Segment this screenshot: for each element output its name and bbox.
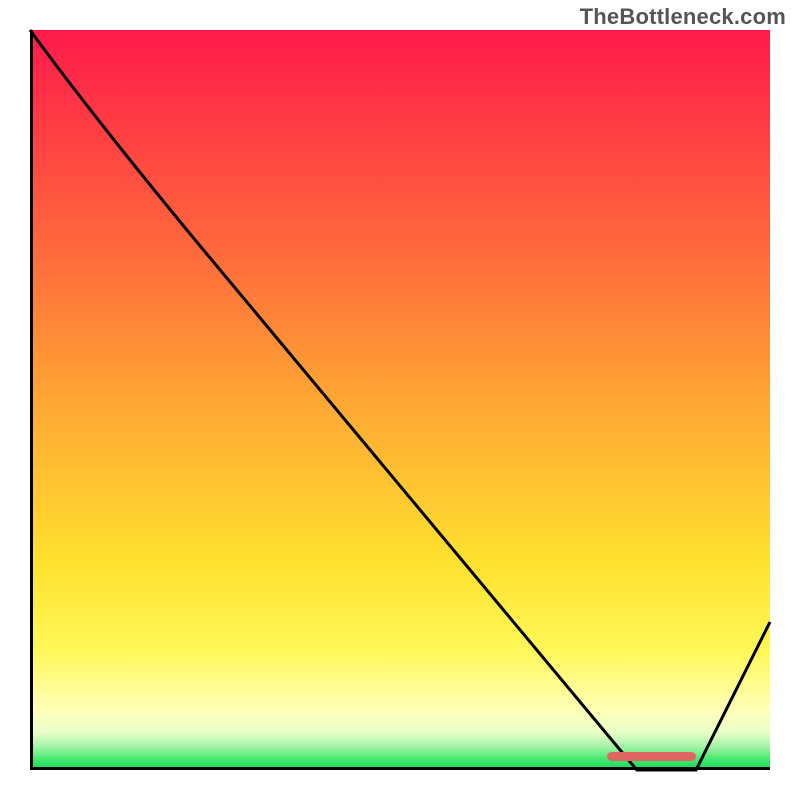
x-axis xyxy=(30,767,770,770)
curve-path xyxy=(30,30,770,770)
plot-area xyxy=(30,30,770,770)
watermark-text: TheBottleneck.com xyxy=(580,4,786,30)
bottleneck-curve xyxy=(30,30,770,770)
optimum-range-bar xyxy=(607,752,696,761)
y-axis xyxy=(30,30,33,770)
